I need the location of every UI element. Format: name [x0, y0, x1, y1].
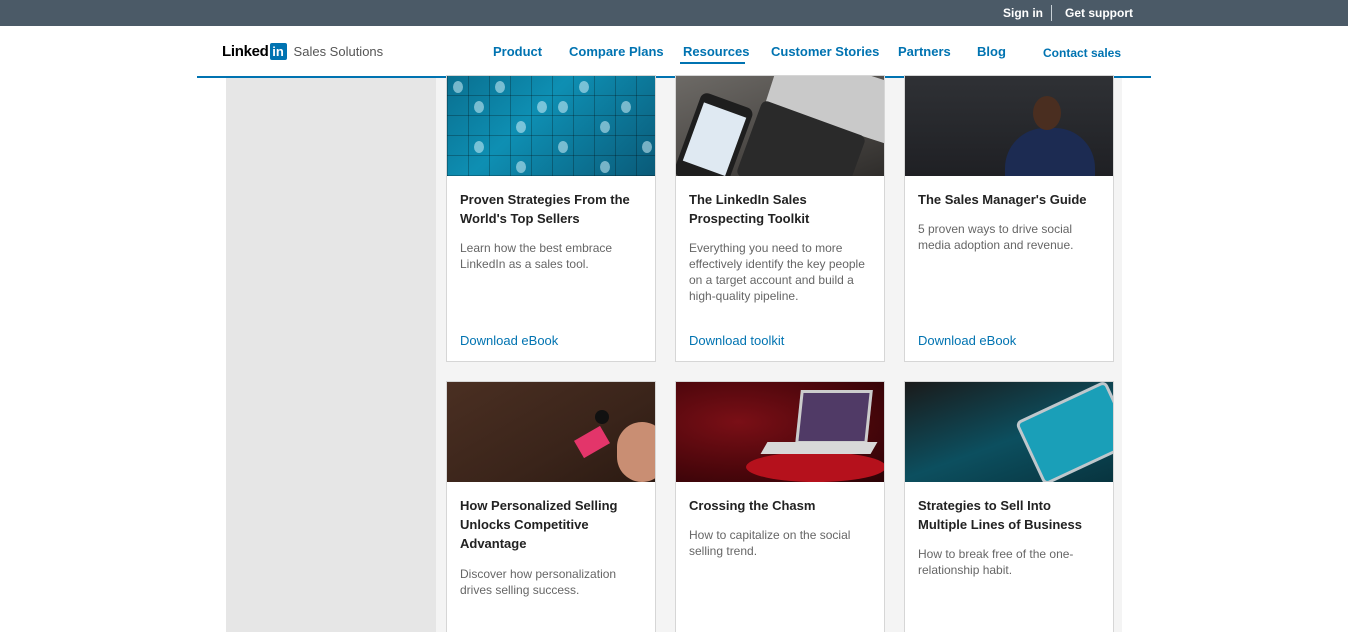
logo-in-badge: in: [269, 42, 287, 60]
resource-card[interactable]: The Sales Manager's Guide 5 proven ways …: [904, 75, 1114, 362]
card-description: How to capitalize on the social selling …: [689, 528, 851, 558]
download-ebook-link[interactable]: Download eBook: [460, 333, 558, 348]
nav-customer-stories[interactable]: Customer Stories: [771, 44, 879, 59]
logo-subtitle: Sales Solutions: [293, 43, 384, 59]
resource-card[interactable]: Crossing the Chasm How to capitalize on …: [675, 381, 885, 632]
card-title: Strategies to Sell Into Multiple Lines o…: [918, 498, 1082, 532]
get-support-link[interactable]: Get support: [1065, 6, 1133, 20]
nav-compare-plans[interactable]: Compare Plans: [569, 44, 664, 59]
card-title: Crossing the Chasm: [689, 498, 816, 513]
card-description: 5 proven ways to drive social media adop…: [918, 222, 1074, 252]
resource-card[interactable]: How Personalized Selling Unlocks Competi…: [446, 381, 656, 632]
card-image: [676, 76, 884, 176]
nav-active-indicator: [680, 62, 745, 64]
card-title: The LinkedIn Sales Prospecting Toolkit: [689, 192, 810, 226]
resource-card[interactable]: Strategies to Sell Into Multiple Lines o…: [904, 381, 1114, 632]
nav-product[interactable]: Product: [493, 44, 542, 59]
card-title: How Personalized Selling Unlocks Competi…: [460, 498, 618, 551]
linkedin-logo[interactable]: Linked in Sales Solutions: [222, 41, 383, 61]
sign-in-link[interactable]: Sign in: [1003, 6, 1043, 20]
resource-card[interactable]: The LinkedIn Sales Prospecting Toolkit E…: [675, 75, 885, 362]
resource-card[interactable]: Proven Strategies From the World's Top S…: [446, 75, 656, 362]
card-image: [905, 382, 1113, 482]
card-description: Learn how the best embrace LinkedIn as a…: [460, 241, 613, 271]
contact-sales-link[interactable]: Contact sales: [1043, 46, 1121, 60]
topbar-divider: [1051, 5, 1052, 21]
download-toolkit-link[interactable]: Download toolkit: [689, 333, 784, 348]
card-image: [447, 76, 655, 176]
card-description: How to break free of the one-relationshi…: [918, 547, 1074, 577]
card-image: [447, 382, 655, 482]
card-image: [676, 382, 884, 482]
logo-wordmark: Linked: [222, 42, 269, 60]
nav-blog[interactable]: Blog: [977, 44, 1006, 59]
nav-resources[interactable]: Resources: [683, 44, 749, 59]
download-ebook-link[interactable]: Download eBook: [918, 333, 1016, 348]
card-title: Proven Strategies From the World's Top S…: [460, 192, 630, 226]
card-image: [905, 76, 1113, 176]
top-bar: Sign in Get support: [0, 0, 1348, 26]
card-description: Discover how personalization drives sell…: [460, 567, 617, 597]
nav-partners[interactable]: Partners: [898, 44, 951, 59]
card-title: The Sales Manager's Guide: [918, 192, 1087, 207]
card-description: Everything you need to more effectively …: [689, 241, 865, 303]
site-header: Linked in Sales Solutions Product Compar…: [0, 26, 1348, 76]
left-sidebar: [226, 78, 436, 632]
